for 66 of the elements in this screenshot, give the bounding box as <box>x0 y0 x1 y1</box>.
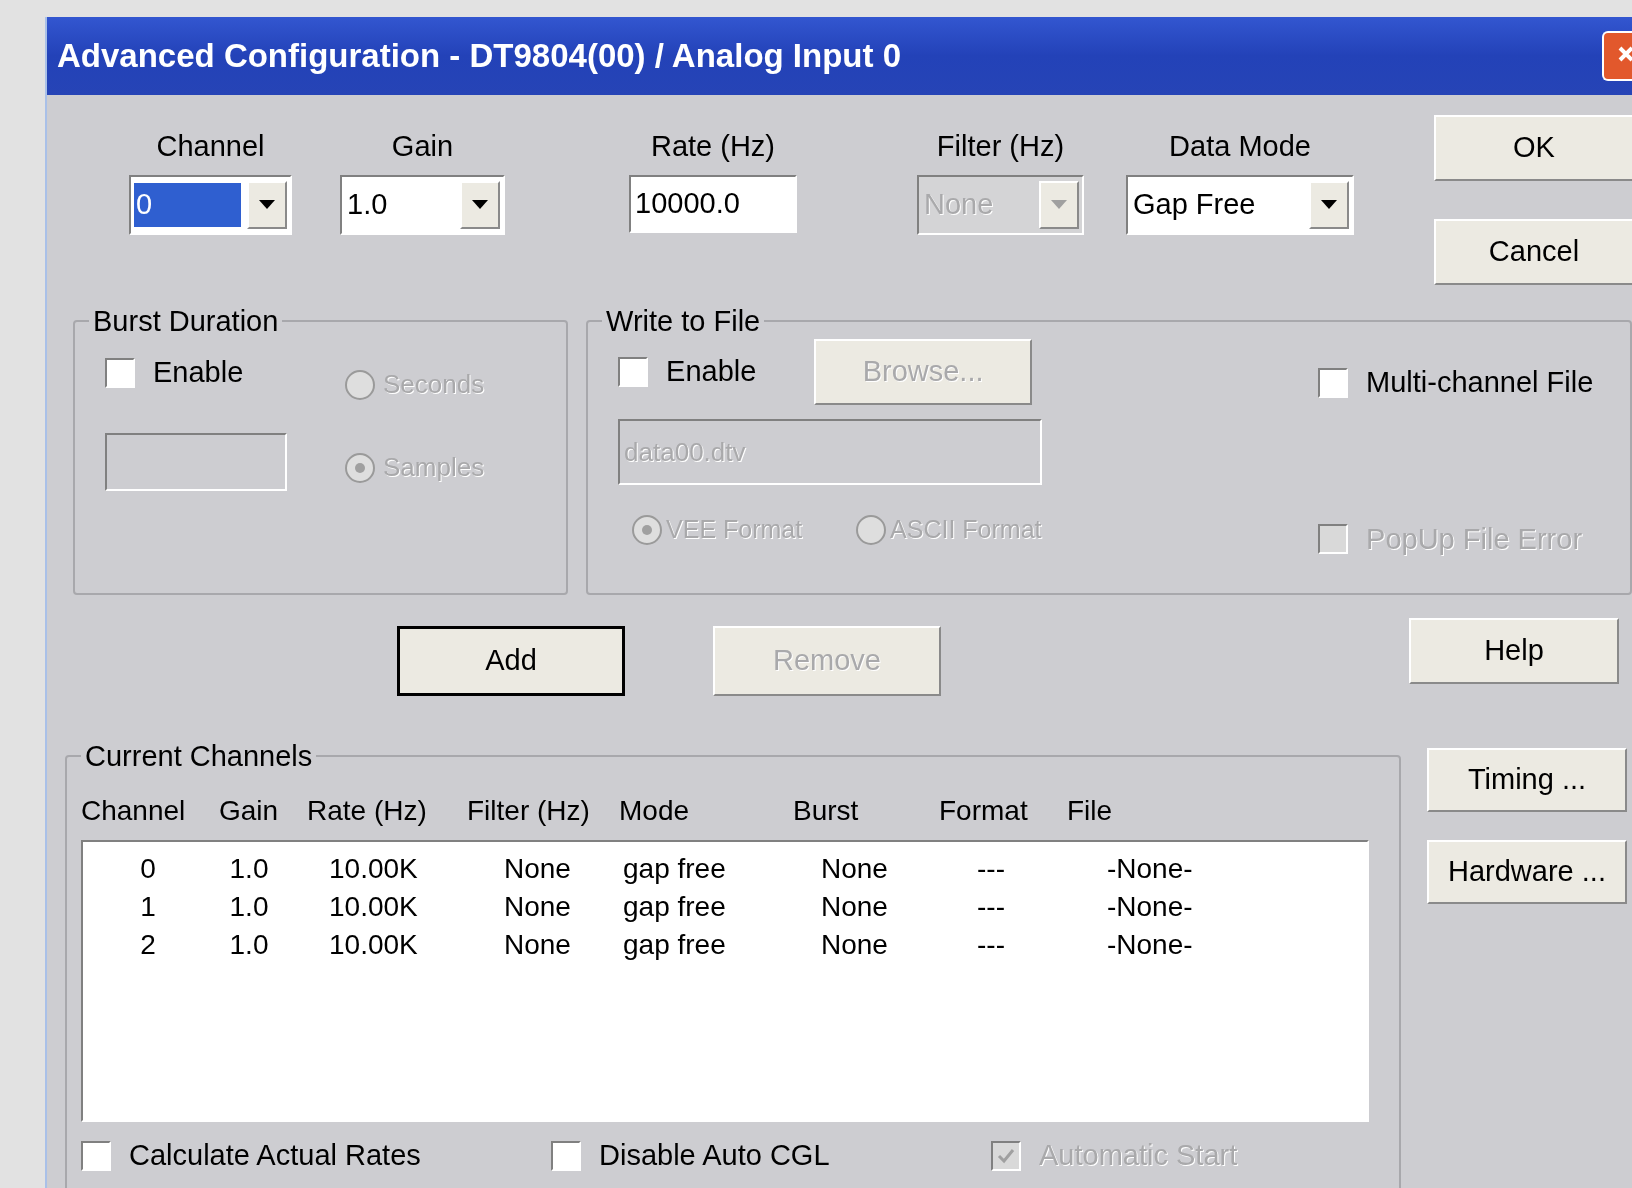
table-cell-text: --- <box>976 890 1006 924</box>
column-header: Burst <box>793 794 860 828</box>
checkbox[interactable] <box>105 357 135 388</box>
checkbox-label: Disable Auto CGL <box>599 1138 830 1173</box>
field-label: Gain <box>390 129 455 164</box>
dropdown[interactable]: 0 <box>129 175 292 235</box>
close-icon[interactable] <box>1602 31 1632 81</box>
table-cell-text: None <box>504 852 572 886</box>
field-label: Filter (Hz) <box>935 129 1066 164</box>
checkbox[interactable] <box>1318 367 1349 398</box>
field-label: Data Mode <box>1168 129 1312 164</box>
table-cell-text: 1.0 <box>228 928 270 962</box>
dropdown-value: 0 <box>134 183 241 227</box>
button[interactable]: Cancel <box>1434 219 1632 285</box>
channel-list[interactable]: 0 1.0 10.00K None gap free None --- -None- 1 1.0 10.00K None gap free None --- -None- 2 1.0 10.00K None gap free None --- -None- <box>81 840 1369 1122</box>
column-header: Filter (Hz) <box>467 794 591 828</box>
field-label: Channel <box>155 129 266 164</box>
checkbox[interactable] <box>81 1140 111 1171</box>
table-cell-text: 0 <box>139 852 157 886</box>
table-cell-text: 1.0 <box>228 890 270 924</box>
table-cell-text: 1.0 <box>228 852 270 886</box>
table-cell-text: gap free <box>623 852 727 886</box>
dropdown-value: 1.0 <box>346 187 389 223</box>
checkbox-label: Enable <box>153 355 244 390</box>
table-cell-text: 10.00K <box>328 928 419 962</box>
dropdown[interactable]: Gap Free <box>1126 175 1354 235</box>
column-header: Rate (Hz) <box>307 794 428 828</box>
column-header: Channel <box>81 794 187 828</box>
button[interactable]: Add <box>397 626 625 696</box>
column-header: Format <box>939 794 1029 828</box>
table-cell-text: -None- <box>1107 928 1194 962</box>
checkbox[interactable] <box>618 357 649 387</box>
table-cell-text: 10.00K <box>328 890 419 924</box>
table-cell-text: gap free <box>623 928 727 962</box>
table-cell-text: None <box>504 928 572 962</box>
table-cell-text: --- <box>976 928 1006 962</box>
checkbox-label: Multi-channel File <box>1366 365 1594 400</box>
table-cell-text: None <box>821 852 889 886</box>
table-cell-text: None <box>821 928 889 962</box>
table-cell-text: 10.00K <box>328 852 419 886</box>
table-cell-text: --- <box>976 852 1006 886</box>
table-cell-text: gap free <box>623 890 727 924</box>
table-cell-text: None <box>821 890 889 924</box>
table-cell-text: 1 <box>139 890 157 924</box>
table-cell-text: None <box>504 890 572 924</box>
checkbox-label: Calculate Actual Rates <box>129 1138 421 1173</box>
column-header: Mode <box>619 794 691 828</box>
column-header: Gain <box>219 794 280 828</box>
button[interactable]: Timing ... <box>1427 748 1627 812</box>
button[interactable]: Help <box>1409 618 1619 684</box>
group-title: Current Channels <box>84 740 314 772</box>
dropdown-value: Gap Free <box>1132 187 1257 223</box>
dropdown[interactable]: 1.0 <box>340 175 505 235</box>
table-cell-text: 2 <box>139 928 157 962</box>
checkbox[interactable] <box>551 1140 581 1171</box>
rate-field[interactable]: 10000.0 <box>629 175 797 233</box>
window-title: Advanced Configuration - DT9804(00) / Analog Input 0 <box>57 36 901 77</box>
checkbox-label: Enable <box>666 354 757 390</box>
group-title: Burst Duration <box>92 305 280 337</box>
field-label: Rate (Hz) <box>649 129 777 164</box>
button[interactable]: Hardware ... <box>1427 840 1627 904</box>
button[interactable]: OK <box>1434 115 1632 181</box>
table-cell-text: -None- <box>1107 852 1194 886</box>
column-header: File <box>1067 794 1114 828</box>
group-title: Write to File <box>605 305 762 337</box>
table-cell-text: -None- <box>1107 890 1194 924</box>
